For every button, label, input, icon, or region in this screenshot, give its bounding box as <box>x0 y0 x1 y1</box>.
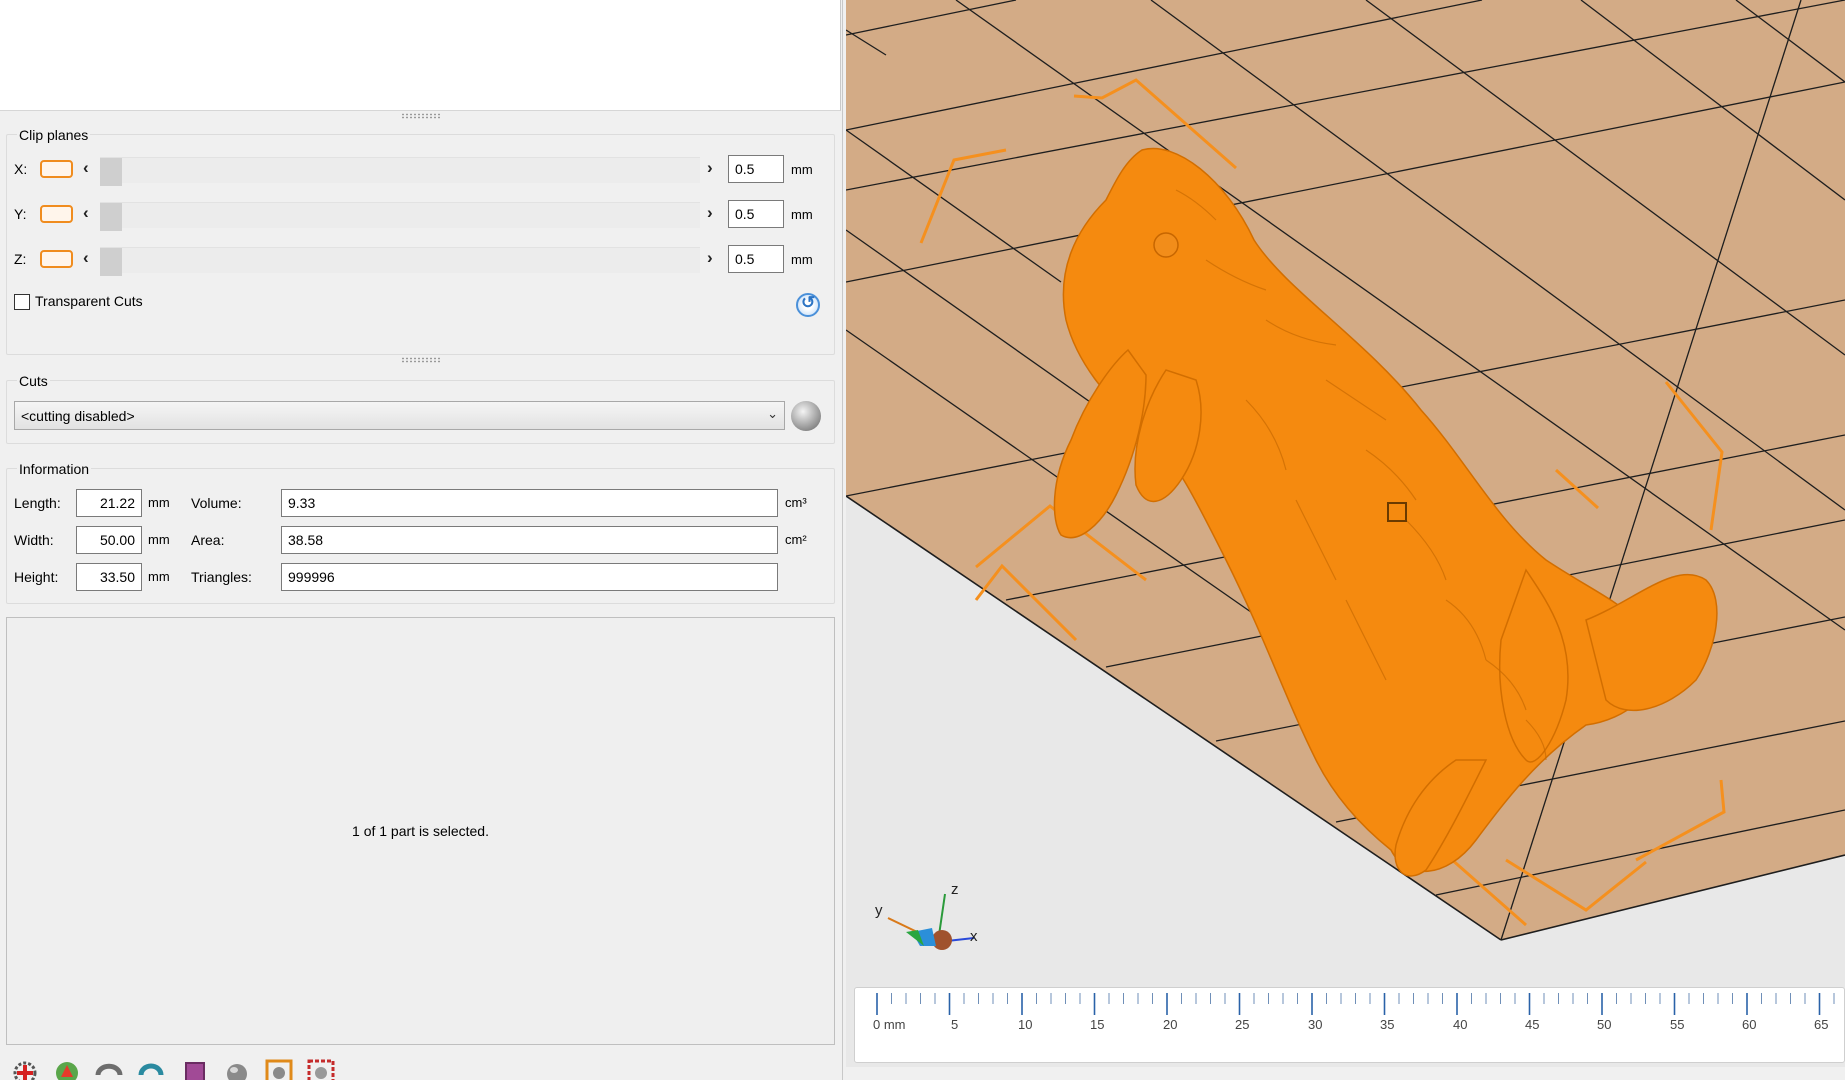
ruler-label-65: 65 <box>1814 1017 1829 1032</box>
axis-orientation-widget: z x y <box>870 880 980 960</box>
ruler-label-60: 60 <box>1742 1017 1757 1032</box>
clip-axis-label-y: Y: <box>14 206 27 222</box>
area-label: Area: <box>191 532 225 548</box>
height-label: Height: <box>14 569 59 585</box>
ruler-label-5: 5 <box>951 1017 959 1032</box>
3d-viewport[interactable]: z x y 0 mm 5 10 15 20 25 30 35 40 45 50 … <box>846 0 1845 1080</box>
cuts-dropdown[interactable]: <cutting disabled> ⌄ <box>14 401 785 430</box>
select-icon[interactable] <box>264 1057 294 1080</box>
scene-canvas[interactable] <box>846 0 1845 1080</box>
clip-increase-x-button[interactable]: › <box>707 158 713 178</box>
clip-axis-label-x: X: <box>14 161 28 177</box>
ruler-label-0: 0 mm <box>873 1017 906 1032</box>
ruler-label-15: 15 <box>1090 1017 1105 1032</box>
area-unit: cm² <box>785 532 807 547</box>
ruler-label-35: 35 <box>1380 1017 1395 1032</box>
information-title: Information <box>17 461 92 477</box>
clip-slider-thumb-y[interactable] <box>100 203 122 231</box>
length-label: Length: <box>14 495 61 511</box>
width-unit: mm <box>148 532 170 547</box>
clip-increase-z-button[interactable]: › <box>707 248 713 268</box>
clip-value-x-input[interactable]: 0.5 <box>728 155 784 183</box>
ruler-label-50: 50 <box>1597 1017 1612 1032</box>
clip-row-x: X: ‹ › 0.5 mm <box>7 152 834 186</box>
ruler-label-20: 20 <box>1163 1017 1178 1032</box>
clip-row-z: Z: ‹ › 0.5 mm <box>7 242 834 276</box>
width-label: Width: <box>14 532 54 548</box>
reset-clip-icon[interactable] <box>796 293 820 317</box>
length-unit: mm <box>148 495 170 510</box>
clip-toggle-y[interactable] <box>40 205 73 223</box>
support-icon[interactable] <box>180 1057 210 1080</box>
clip-slider-x[interactable] <box>100 157 700 186</box>
rotate-icon[interactable] <box>94 1057 124 1080</box>
sphere-icon[interactable] <box>222 1057 252 1080</box>
ruler-label-45: 45 <box>1525 1017 1540 1032</box>
repair-icon[interactable] <box>52 1057 82 1080</box>
triangles-field[interactable]: 999996 <box>281 563 778 591</box>
refresh-icon[interactable] <box>136 1057 166 1080</box>
settings-gear-icon[interactable] <box>306 1057 336 1080</box>
clip-row-y: Y: ‹ › 0.5 mm <box>7 197 834 231</box>
clip-slider-z[interactable] <box>100 247 700 276</box>
selection-status-text: 1 of 1 part is selected. <box>352 823 489 839</box>
ruler-ticks <box>876 993 1835 1015</box>
axis-label-x: x <box>970 928 978 945</box>
bottom-toolbar <box>0 1054 843 1080</box>
top-blank-area <box>0 0 841 111</box>
clip-decrease-z-button[interactable]: ‹ <box>83 248 89 268</box>
ruler-label-30: 30 <box>1308 1017 1323 1032</box>
splitter-handle-middle[interactable] <box>401 357 441 363</box>
area-field[interactable]: 38.58 <box>281 526 778 554</box>
ruler-label-10: 10 <box>1018 1017 1033 1032</box>
transparent-cuts-checkbox[interactable] <box>14 294 30 310</box>
height-field[interactable]: 33.50 <box>76 563 142 591</box>
properties-panel: Clip planes X: ‹ › 0.5 mm Y: ‹ › 0.5 mm … <box>0 0 843 1080</box>
clip-planes-title: Clip planes <box>17 127 91 143</box>
volume-label: Volume: <box>191 495 242 511</box>
clip-value-z-input[interactable]: 0.5 <box>728 245 784 273</box>
clip-toggle-x[interactable] <box>40 160 73 178</box>
ruler-label-25: 25 <box>1235 1017 1250 1032</box>
cuts-title: Cuts <box>17 373 50 389</box>
axis-origin-hare-icon <box>932 930 952 950</box>
clip-axis-label-z: Z: <box>14 251 27 267</box>
clip-slider-y[interactable] <box>100 202 700 231</box>
volume-unit: cm³ <box>785 495 807 510</box>
triangles-label: Triangles: <box>191 569 252 585</box>
clip-decrease-x-button[interactable]: ‹ <box>83 158 89 178</box>
ruler-label-55: 55 <box>1670 1017 1685 1032</box>
clip-increase-y-button[interactable]: › <box>707 203 713 223</box>
add-part-icon[interactable] <box>10 1057 40 1080</box>
clip-slider-thumb-z[interactable] <box>100 248 122 276</box>
clip-unit-x: mm <box>791 162 813 177</box>
cuts-group: Cuts <cutting disabled> ⌄ <box>6 373 835 444</box>
clip-decrease-y-button[interactable]: ‹ <box>83 203 89 223</box>
clip-value-y-input[interactable]: 0.5 <box>728 200 784 228</box>
clip-unit-y: mm <box>791 207 813 222</box>
length-field[interactable]: 21.22 <box>76 489 142 517</box>
selection-status-area: 1 of 1 part is selected. <box>6 617 835 1045</box>
axis-label-y: y <box>875 902 883 919</box>
clip-unit-z: mm <box>791 252 813 267</box>
clip-toggle-z[interactable] <box>40 250 73 268</box>
height-unit: mm <box>148 569 170 584</box>
axis-label-z: z <box>951 881 959 898</box>
cuts-dropdown-value: <cutting disabled> <box>21 408 135 424</box>
width-field[interactable]: 50.00 <box>76 526 142 554</box>
viewport-bottom-strip <box>846 1067 1845 1080</box>
clip-slider-thumb-x[interactable] <box>100 158 122 186</box>
information-group: Information Length: 21.22 mm Width: 50.0… <box>6 461 835 604</box>
cut-tool-sphere-icon[interactable] <box>791 401 821 431</box>
measurement-ruler: 0 mm 5 10 15 20 25 30 35 40 45 50 55 60 … <box>854 987 1845 1063</box>
transparent-cuts-label[interactable]: Transparent Cuts <box>35 293 143 309</box>
pivot-handle[interactable] <box>1387 502 1407 522</box>
splitter-handle-top[interactable] <box>401 113 441 119</box>
chevron-down-icon: ⌄ <box>767 406 778 421</box>
ruler-label-40: 40 <box>1453 1017 1468 1032</box>
clip-planes-group: Clip planes X: ‹ › 0.5 mm Y: ‹ › 0.5 mm … <box>6 127 835 355</box>
volume-field[interactable]: 9.33 <box>281 489 778 517</box>
